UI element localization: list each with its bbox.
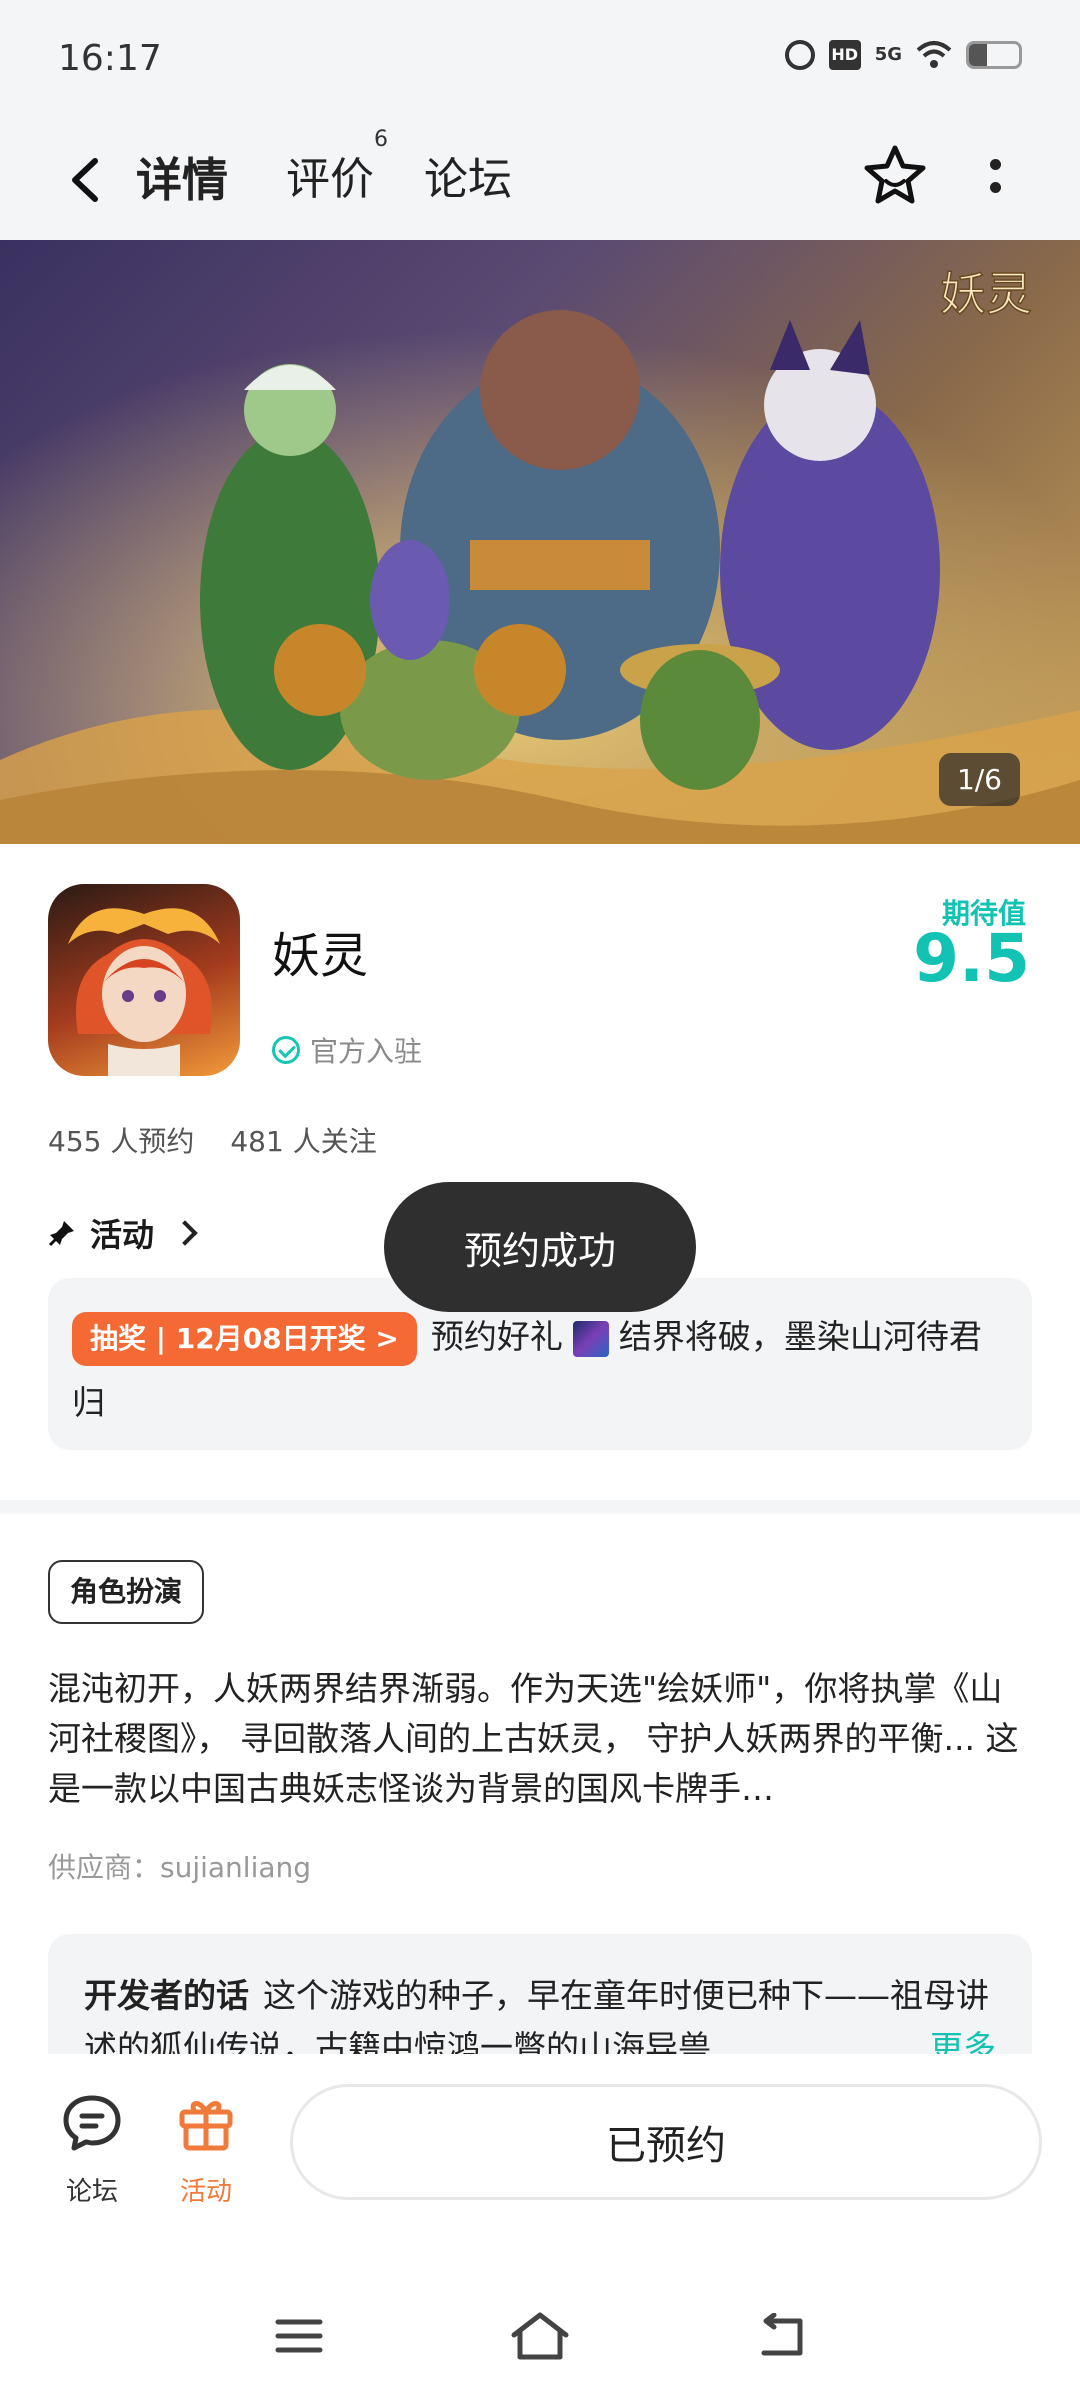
chevron-right-icon	[172, 1220, 198, 1246]
tab-details-label: 详情	[136, 153, 228, 207]
app-name: 妖灵	[272, 928, 369, 984]
home-icon	[511, 2312, 569, 2360]
home-button[interactable]	[505, 2306, 575, 2366]
system-navigation-bar	[0, 2264, 1080, 2400]
back-button[interactable]	[50, 142, 120, 218]
hd-icon: HD	[828, 40, 861, 70]
banner-artwork: 妖灵	[0, 240, 1080, 844]
top-nav: 详情 评价 6 论坛	[0, 120, 1080, 240]
menu-icon	[275, 2319, 323, 2353]
tab-details[interactable]: 详情	[130, 144, 234, 216]
tab-reviews-label: 评价	[286, 154, 374, 205]
gift-icon	[179, 2101, 233, 2151]
follower-count: 481 人关注	[230, 1125, 377, 1158]
alarm-icon	[784, 40, 815, 70]
reviews-count-badge: 6	[374, 127, 388, 152]
game-description[interactable]: 混沌初开，人妖两界结界渐弱。作为天选"绘妖师"，你将执掌《山河社稷图》， 寻回散…	[48, 1664, 1034, 1814]
forum-button[interactable]: 论坛	[42, 2090, 142, 2208]
screenshot-carousel[interactable]: 妖灵 1/6	[0, 240, 1080, 844]
tab-forum[interactable]: 论坛	[424, 144, 512, 216]
status-bar: 16:17 HD 5G	[0, 0, 1080, 120]
reservation-count: 455 人预约	[48, 1125, 195, 1158]
check-circle-icon	[272, 1036, 300, 1064]
activity-tab-label: 活动	[179, 2177, 232, 2207]
developer-notes-card[interactable]: 开发者的话 这个游戏的种子，早在童年时便已种下——祖母讲述的狐仙传说，古籍中惊鸿一…	[48, 1934, 1032, 2054]
back-arrow-icon	[761, 2313, 803, 2356]
more-link[interactable]: 更多	[916, 2022, 996, 2054]
tab-forum-label: 论坛	[424, 154, 512, 205]
back-system-button[interactable]	[746, 2306, 816, 2366]
forum-label: 论坛	[65, 2177, 118, 2207]
app-icon	[48, 884, 240, 1076]
chevron-left-icon	[72, 158, 98, 202]
section-divider	[0, 1500, 1080, 1514]
activity-header-label: 活动	[90, 1216, 155, 1254]
battery-icon	[966, 41, 1022, 69]
wifi-icon	[916, 41, 952, 68]
galaxy-emoji-icon	[572, 1320, 609, 1357]
more-dot-icon	[989, 182, 1001, 193]
tab-reviews[interactable]: 评价 6	[286, 128, 388, 216]
reserved-button[interactable]: 已预约	[290, 2084, 1042, 2200]
favorite-button[interactable]	[858, 136, 932, 216]
activity-tab-button[interactable]: 活动	[156, 2090, 256, 2208]
bottom-action-bar: 论坛 活动 已预约	[0, 2054, 1080, 2264]
developer-notes-title: 开发者的话	[84, 1976, 249, 2015]
more-options-button[interactable]	[970, 136, 1020, 216]
banner-logo-text: 妖灵	[940, 267, 1032, 321]
forum-chat-icon	[63, 2095, 121, 2151]
expectation-score: 9.5	[913, 920, 1030, 997]
app-icon-artwork	[68, 908, 220, 1076]
supplier-info: 供应商：sujianliang	[48, 1851, 312, 1884]
toast-message: 预约成功	[384, 1182, 696, 1312]
more-dot-icon	[989, 159, 1001, 170]
carousel-counter: 1/6	[938, 753, 1020, 806]
lottery-tag[interactable]: 抽奖 | 12月08日开奖 >	[72, 1311, 417, 1366]
official-badge: 官方入驻	[272, 1030, 422, 1070]
star-icon	[864, 145, 926, 204]
official-label: 官方入驻	[310, 1035, 423, 1068]
menu-button[interactable]	[264, 2306, 334, 2366]
status-icons: HD 5G	[784, 40, 1022, 70]
activity-text-before: 预约好礼	[430, 1317, 563, 1356]
status-time: 16:17	[58, 38, 162, 79]
app-stats: 455 人预约 481 人关注	[48, 1120, 377, 1160]
5g-signal-icon: 5G	[874, 44, 902, 65]
genre-tag[interactable]: 角色扮演	[48, 1560, 205, 1624]
activity-header[interactable]: 活动	[48, 1210, 198, 1256]
pin-icon	[48, 1221, 74, 1247]
